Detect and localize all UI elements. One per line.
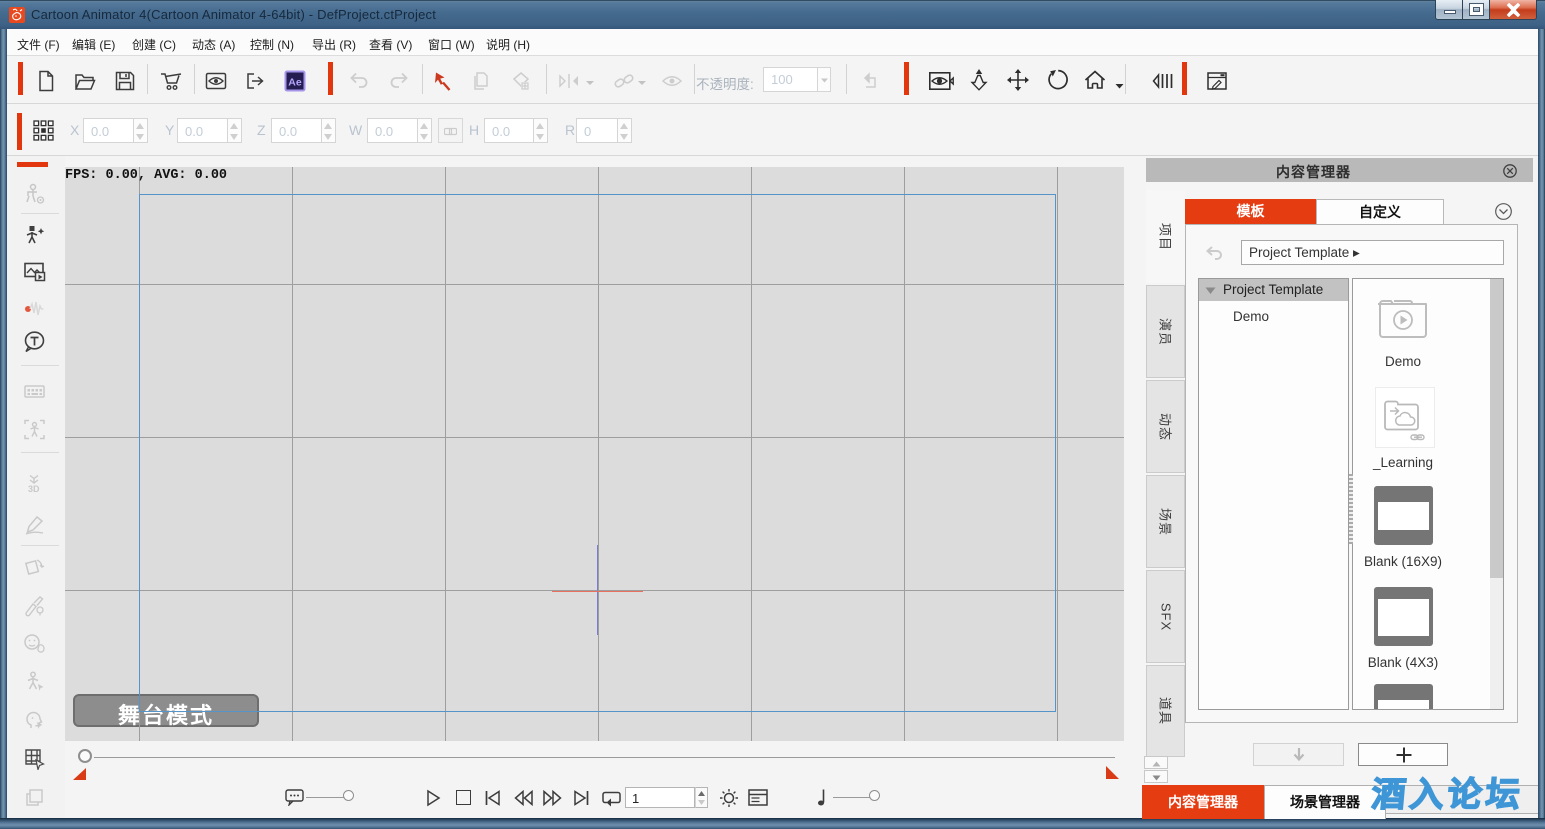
svg-text:3D: 3D — [28, 484, 40, 494]
svg-text:Ae: Ae — [288, 77, 302, 89]
